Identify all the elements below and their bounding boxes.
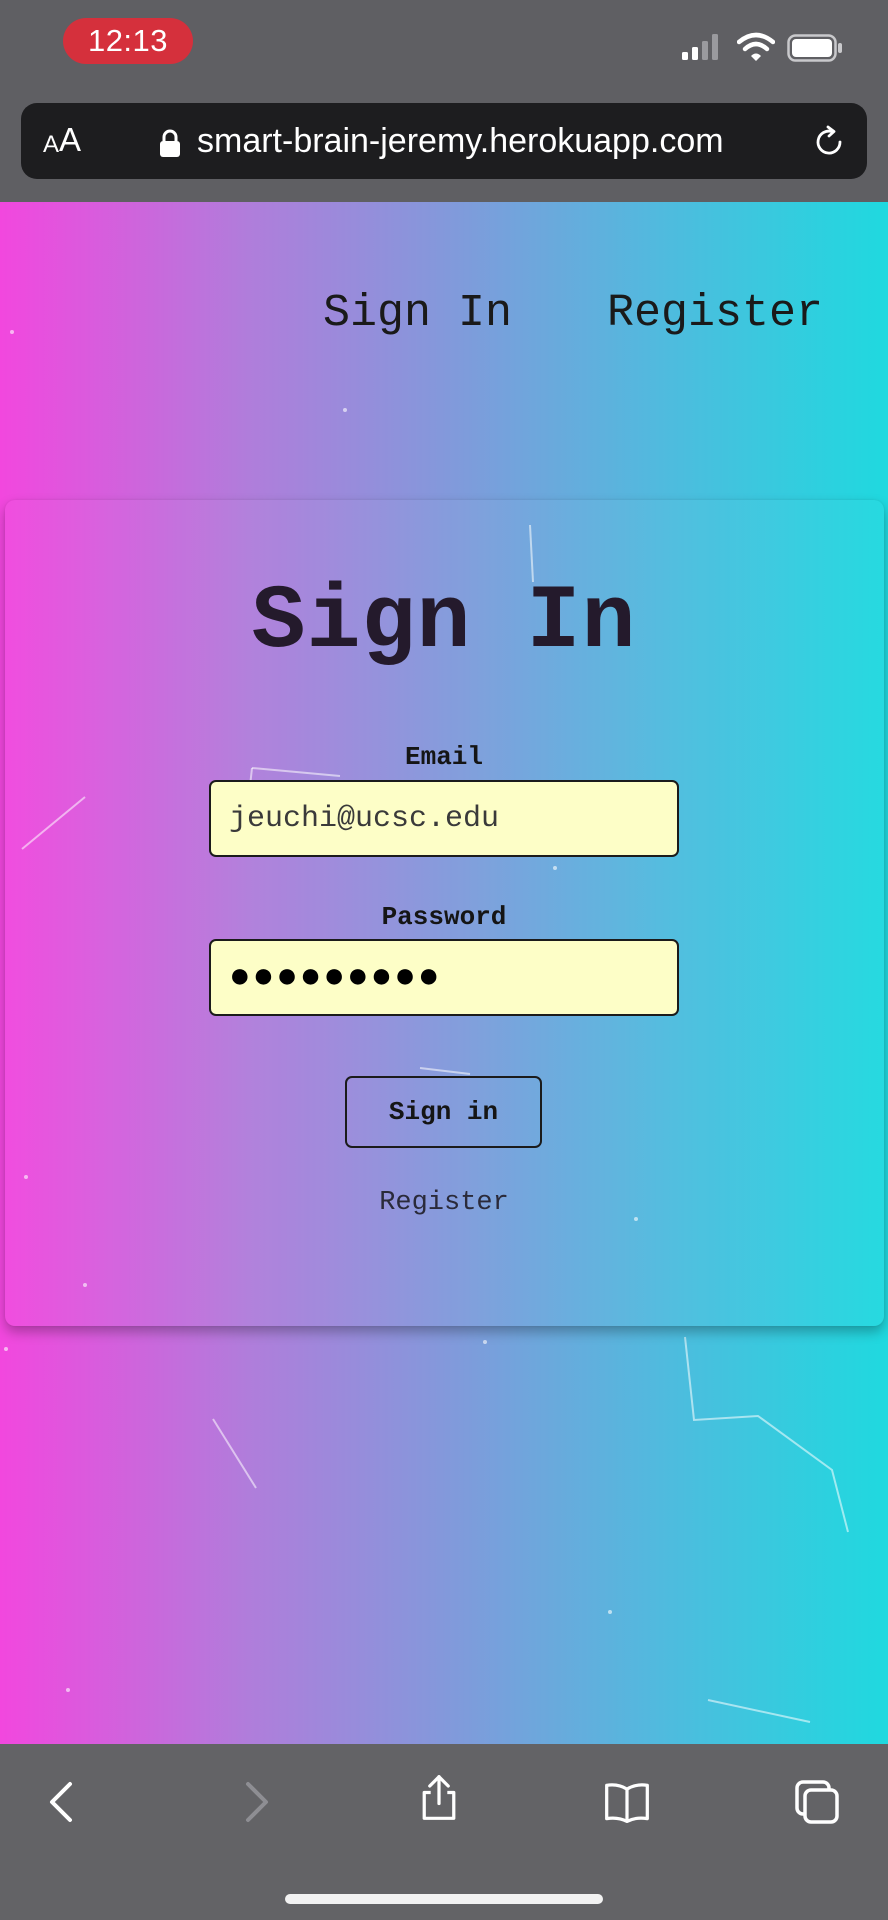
nav-register-link[interactable]: Register xyxy=(607,288,823,339)
bookmarks-icon[interactable] xyxy=(603,1778,651,1826)
share-icon[interactable] xyxy=(415,1774,463,1822)
password-label: Password xyxy=(381,902,507,932)
home-indicator[interactable] xyxy=(285,1894,603,1904)
register-link[interactable]: Register xyxy=(0,1188,888,1218)
text-size-button[interactable]: AA xyxy=(43,103,81,179)
email-input[interactable] xyxy=(209,780,679,857)
web-page: Sign In Register Sign In Email Password … xyxy=(0,202,888,1744)
status-bar: 12:13 xyxy=(0,0,888,100)
sign-in-title: Sign In xyxy=(251,572,637,674)
status-time[interactable]: 12:13 xyxy=(63,18,193,64)
browser-toolbar xyxy=(0,1744,888,1920)
password-input[interactable] xyxy=(209,939,679,1016)
text-size-large-glyph: A xyxy=(59,121,82,158)
wifi-icon xyxy=(737,32,775,61)
back-icon[interactable] xyxy=(40,1778,88,1826)
tabs-icon[interactable] xyxy=(793,1778,841,1826)
url-text[interactable]: smart-brain-jeremy.herokuapp.com xyxy=(197,103,724,179)
address-bar[interactable]: AA smart-brain-jeremy.herokuapp.com xyxy=(21,103,867,179)
email-label: Email xyxy=(404,742,483,772)
nav-sign-in-link[interactable]: Sign In xyxy=(323,288,512,339)
forward-icon[interactable] xyxy=(230,1778,278,1826)
lock-icon xyxy=(160,129,180,157)
sign-in-button[interactable]: Sign in xyxy=(345,1076,542,1148)
battery-icon xyxy=(787,34,842,62)
text-size-small-glyph: A xyxy=(43,131,60,158)
signal-icon xyxy=(682,34,718,60)
reload-icon[interactable] xyxy=(812,125,846,159)
